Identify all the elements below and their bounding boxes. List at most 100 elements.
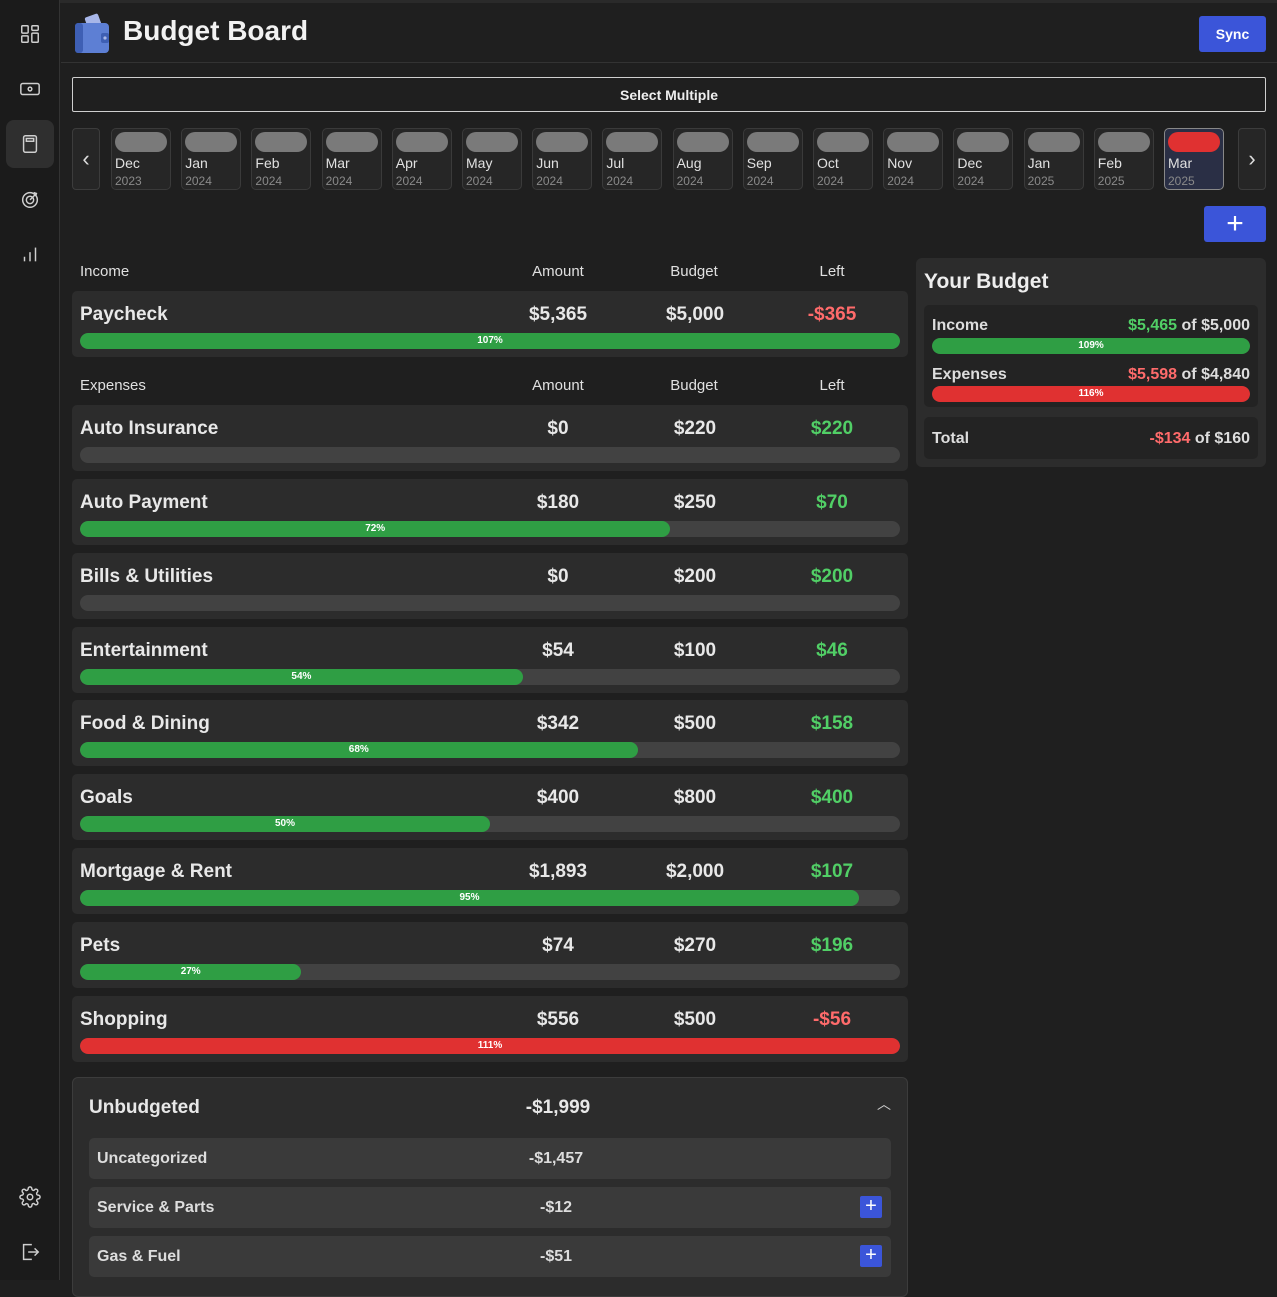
budget-value[interactable]: $220: [635, 418, 755, 440]
month-year: 2024: [957, 174, 985, 188]
month-year: 2024: [466, 174, 493, 188]
gear-icon: [19, 1186, 41, 1208]
expenses-header-label: Expenses: [80, 377, 146, 394]
budget-value[interactable]: $200: [635, 566, 755, 588]
progress-bar: 54%: [80, 669, 900, 685]
month-item[interactable]: May 2024: [462, 128, 522, 190]
category-name: Auto Insurance: [80, 418, 219, 439]
budget-card[interactable]: Food & Dining $342 $500 $158 68%: [72, 700, 908, 766]
month-item[interactable]: Mar 2024: [321, 128, 382, 190]
chevron-right-icon: ›: [1248, 146, 1256, 171]
income-header-label: Income: [80, 263, 130, 280]
dashboard-nav-button[interactable]: [6, 10, 54, 58]
progress-bar: 111%: [80, 1038, 900, 1054]
wallet-logo-icon: [75, 13, 109, 53]
category-name: Auto Payment: [80, 492, 208, 513]
unbudgeted-item-amount: -$51: [539, 1248, 573, 1265]
progress-percent: 27%: [180, 966, 201, 977]
budget-card[interactable]: Shopping $556 $500 -$56 111%: [72, 996, 908, 1062]
month-item[interactable]: Sep 2024: [742, 128, 803, 190]
month-name: Oct: [817, 155, 839, 171]
left-value: $220: [810, 418, 854, 439]
month-status-pill: [817, 132, 869, 152]
calculator-icon: [22, 135, 38, 153]
unbudgeted-item-amount: -$12: [539, 1199, 573, 1216]
budget-card[interactable]: Bills & Utilities $0 $200 $200: [72, 553, 908, 619]
month-name: Apr: [395, 155, 418, 171]
budget-card[interactable]: Paycheck $5,365 $5,000 -$365 107%: [72, 291, 908, 357]
budget-value[interactable]: $2,000: [635, 861, 755, 883]
month-item[interactable]: Jan 2024: [181, 128, 242, 190]
month-year: 2023: [115, 174, 142, 188]
amount-value: $54: [542, 640, 574, 661]
budget-card[interactable]: Auto Insurance $0 $220 $220: [72, 405, 908, 471]
left-value: $70: [816, 492, 848, 513]
month-item[interactable]: Jan 2025: [1023, 128, 1084, 190]
chevron-up-icon[interactable]: ︿: [877, 1094, 891, 1114]
budget-value[interactable]: $5,000: [635, 304, 755, 326]
add-category-button[interactable]: +: [860, 1245, 882, 1267]
budgets-nav-button[interactable]: [6, 120, 54, 168]
amount-column-header: Amount: [532, 377, 584, 394]
accounts-nav-button[interactable]: [6, 65, 54, 113]
select-multiple-button[interactable]: Select Multiple: [72, 77, 1266, 112]
next-month-button[interactable]: ›: [1238, 128, 1266, 190]
month-item[interactable]: Feb 2024: [251, 128, 312, 190]
left-value: $158: [810, 713, 854, 734]
amount-value: $556: [536, 1009, 580, 1030]
month-item[interactable]: Feb 2025: [1093, 128, 1154, 190]
unbudgeted-item: Gas & Fuel -$51 +: [89, 1236, 891, 1277]
budget-value[interactable]: $800: [635, 787, 755, 809]
budget-card[interactable]: Mortgage & Rent $1,893 $2,000 $107 95%: [72, 848, 908, 914]
add-category-button[interactable]: +: [860, 1196, 882, 1218]
category-name: Goals: [80, 787, 133, 808]
trends-nav-button[interactable]: [6, 230, 54, 278]
month-name: Mar: [325, 155, 350, 171]
month-item[interactable]: Jun 2024: [532, 128, 593, 190]
month-item[interactable]: Dec 2024: [953, 128, 1014, 190]
left-value: -$56: [812, 1009, 852, 1030]
settings-nav-button[interactable]: [6, 1173, 54, 1221]
month-year: 2024: [536, 174, 563, 188]
progress-bar: [80, 447, 900, 463]
budget-card[interactable]: Goals $400 $800 $400 50%: [72, 774, 908, 840]
budget-summary-panel: Your Budget Income $5,465 of $5,000 109%…: [916, 258, 1266, 467]
month-item[interactable]: Mar 2025: [1164, 128, 1224, 190]
budget-value[interactable]: $500: [635, 713, 755, 735]
month-item[interactable]: Apr 2024: [391, 128, 452, 190]
budget-value[interactable]: $270: [635, 935, 755, 957]
month-status-pill: [185, 132, 238, 152]
add-budget-button[interactable]: +: [1204, 206, 1266, 242]
unbudgeted-title: Unbudgeted: [89, 1097, 200, 1118]
budget-card[interactable]: Auto Payment $180 $250 $70 72%: [72, 479, 908, 545]
budget-value[interactable]: $500: [635, 1009, 755, 1031]
month-item[interactable]: Aug 2024: [672, 128, 733, 190]
budget-value[interactable]: $250: [635, 492, 755, 514]
sync-button[interactable]: Sync: [1199, 16, 1266, 52]
amount-value: $342: [536, 713, 580, 734]
summary-expenses-value: $5,598 of $4,840: [1128, 366, 1250, 383]
budget-card[interactable]: Entertainment $54 $100 $46 54%: [72, 627, 908, 693]
amount-column-header: Amount: [532, 263, 584, 280]
summary-income-label: Income: [932, 317, 989, 334]
logout-icon: [22, 1243, 40, 1261]
goals-nav-button[interactable]: [6, 175, 54, 223]
unbudgeted-panel: Unbudgeted -$1,999 ︿ Uncategorized -$1,45…: [72, 1077, 908, 1297]
left-value: $107: [810, 861, 854, 882]
logout-nav-button[interactable]: [6, 1228, 54, 1276]
prev-month-button[interactable]: ‹: [72, 128, 100, 190]
month-name: Feb: [1097, 155, 1122, 171]
month-item[interactable]: Oct 2024: [813, 128, 873, 190]
month-name: Mar: [1168, 155, 1193, 171]
month-name: Jan: [1027, 155, 1051, 171]
month-item[interactable]: Jul 2024: [602, 128, 663, 190]
month-item[interactable]: Nov 2024: [883, 128, 944, 190]
month-status-pill: [325, 132, 378, 152]
month-item[interactable]: Dec 2023: [111, 128, 171, 190]
budget-card[interactable]: Pets $74 $270 $196 27%: [72, 922, 908, 988]
month-year: 2025: [1168, 174, 1195, 188]
left-value: $400: [810, 787, 854, 808]
month-name: Sep: [746, 155, 772, 171]
month-name: May: [466, 155, 493, 171]
budget-value[interactable]: $100: [635, 640, 755, 662]
